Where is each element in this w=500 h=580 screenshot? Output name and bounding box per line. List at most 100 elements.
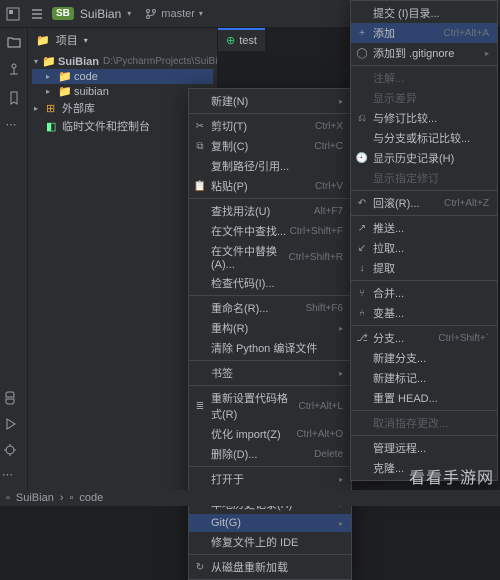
shortcut: Ctrl+C [314,141,343,152]
panel-header[interactable]: 📁 项目 ▾ [28,28,217,52]
menu-item[interactable]: 清除 Python 编译文件 [189,338,351,358]
menu-item[interactable]: 检查代码(I)... [189,273,351,293]
project-badge: SB [52,7,74,20]
watermark: 看看手游网 [409,464,494,488]
menu-label: 管理远程... [373,440,426,456]
menu-item[interactable]: 查找用法(U)Alt+F7 [189,201,351,221]
tree-folder-suibian[interactable]: ▸ 📁 suibian [32,84,213,99]
ide-icon[interactable] [4,5,22,23]
menu-label: 提交 (I)目录... [373,5,440,21]
menu-item[interactable]: 书签▸ [189,363,351,383]
menu-item[interactable]: ⑂合并... [351,283,497,303]
menu-item[interactable]: 在文件中替换(A)...Ctrl+Shift+R [189,241,351,273]
caret-icon: ▸ [34,104,42,113]
submenu-arrow-icon: ▸ [339,324,343,333]
menu-item[interactable]: ↓提取 [351,258,497,278]
menu-item[interactable]: 📋粘贴(P)Ctrl+V [189,176,351,196]
menu-label: 提取 [373,260,395,276]
menu-label: 复制路径/引用... [211,158,289,174]
menu-item[interactable]: +添加Ctrl+Alt+A [351,23,497,43]
menu-item[interactable]: 重命名(R)...Shift+F6 [189,298,351,318]
folder-icon: 📁 [58,70,70,83]
menu-icon: 🕘 [355,153,369,164]
menu-item[interactable]: 提交 (I)目录... [351,3,497,23]
menu-label: 显示历史记录(H) [373,150,454,166]
bookmarks-icon[interactable] [6,90,22,106]
menu-item[interactable]: ↻ 从磁盘重新加载 [189,557,351,577]
menu-item[interactable]: ≣重新设置代码格式(R)Ctrl+Alt+L [189,388,351,424]
menu-icon: ✂ [193,121,207,132]
menu-item[interactable]: 优化 import(Z)Ctrl+Alt+O [189,424,351,444]
menu-item[interactable]: ↗推送... [351,218,497,238]
chevron-down-icon[interactable]: ▾ [127,9,131,18]
menu-icon: ↻ [193,562,207,573]
menu-item[interactable]: 新建(N)▸ [189,91,351,111]
menu-item[interactable]: ⎇分支...Ctrl+Shift+` [351,328,497,348]
menu-item[interactable]: 复制路径/引用... [189,156,351,176]
menu-item[interactable]: 新建标记... [351,368,497,388]
menu-icon: ↗ [355,223,369,234]
caret-icon: ▾ [34,57,38,66]
tree-ext-lib[interactable]: ▸ ⊞ 外部库 [32,99,213,117]
menu-label: 注解... [373,70,404,86]
more-icon[interactable]: ⋯ [2,468,18,484]
menu-item[interactable]: ↶回滚(R)...Ctrl+Alt+Z [351,193,497,213]
menu-item[interactable]: 在文件中查找...Ctrl+Shift+F [189,221,351,241]
menu-item[interactable]: 删除(D)... Delete [189,444,351,464]
menu-item[interactable]: 管理远程... [351,438,497,458]
folder-icon[interactable] [6,34,22,50]
tree-label: suibian [74,86,109,98]
editor-tab[interactable]: ⊕ test [218,28,265,51]
menu-label: 重构(R) [211,320,248,336]
menu-label: 拉取... [373,240,404,256]
menu-label: 修复文件上的 IDE [211,534,298,550]
menu-separator [189,295,351,296]
menu-item[interactable]: 重构(R) ▸ [189,318,351,338]
menu-label: 添加 [373,25,395,41]
structure-icon[interactable] [6,62,22,78]
menu-item: 注解... [351,68,497,88]
tree-label: code [74,71,98,83]
menu-label: 从磁盘重新加载 [211,559,288,575]
vcs-branch[interactable]: master ▾ [145,8,203,20]
menu-label: 在文件中替换(A)... [211,243,289,271]
bc-icon: ▫ [6,492,10,504]
menu-item[interactable]: ⧉复制(C)Ctrl+C [189,136,351,156]
menu-item[interactable]: 🕘 显示历史记录(H) [351,148,497,168]
menu-label: 分支... [373,330,404,346]
menu-item[interactable]: ⑃变基... [351,303,497,323]
tree-scratch[interactable]: ◧ 临时文件和控制台 [32,117,213,135]
run-icon[interactable] [2,416,18,432]
menu-item[interactable]: Git(G)▸ [189,514,351,532]
project-name[interactable]: SuiBian [80,7,121,21]
shortcut: Delete [314,449,343,460]
menu-item[interactable]: 新建分支... [351,348,497,368]
crumb[interactable]: SuiBian [16,492,54,504]
menu-separator [189,466,351,467]
menu-item[interactable]: 打开于▸ [189,469,351,489]
more-icon[interactable]: ⋯ [6,118,22,134]
tree-root[interactable]: ▾ 📁 SuiBian D:\PycharmProjects\SuiBian [32,54,213,69]
menu-label: 删除(D)... [211,446,257,462]
menu-item[interactable]: ⎌与修订比较... [351,108,497,128]
menu-separator [189,554,351,555]
debug-icon[interactable] [2,442,18,458]
menu-item[interactable]: 重置 HEAD... [351,388,497,408]
menu-item[interactable]: ◯添加到 .gitignore▸ [351,43,497,63]
menu-item[interactable]: 修复文件上的 IDE [189,532,351,552]
menu-label: 合并... [373,285,404,301]
python-console-icon[interactable] [2,390,18,406]
menu-item[interactable]: ✂剪切(T)Ctrl+X [189,116,351,136]
menu-item: 显示指定修订 [351,168,497,188]
tree-folder-code[interactable]: ▸ 📁 code [32,69,213,84]
menu-separator [351,215,497,216]
shortcut: Ctrl+Alt+A [443,28,489,39]
menu-label: 变基... [373,305,404,321]
menu-icon[interactable] [28,5,46,23]
branch-icon [145,8,157,20]
crumb[interactable]: code [79,492,103,504]
submenu-arrow-icon: ▸ [485,49,489,58]
menu-icon: ⎌ [355,113,369,124]
menu-item[interactable]: 与分支或标记比较... [351,128,497,148]
menu-item[interactable]: ↙拉取... [351,238,497,258]
